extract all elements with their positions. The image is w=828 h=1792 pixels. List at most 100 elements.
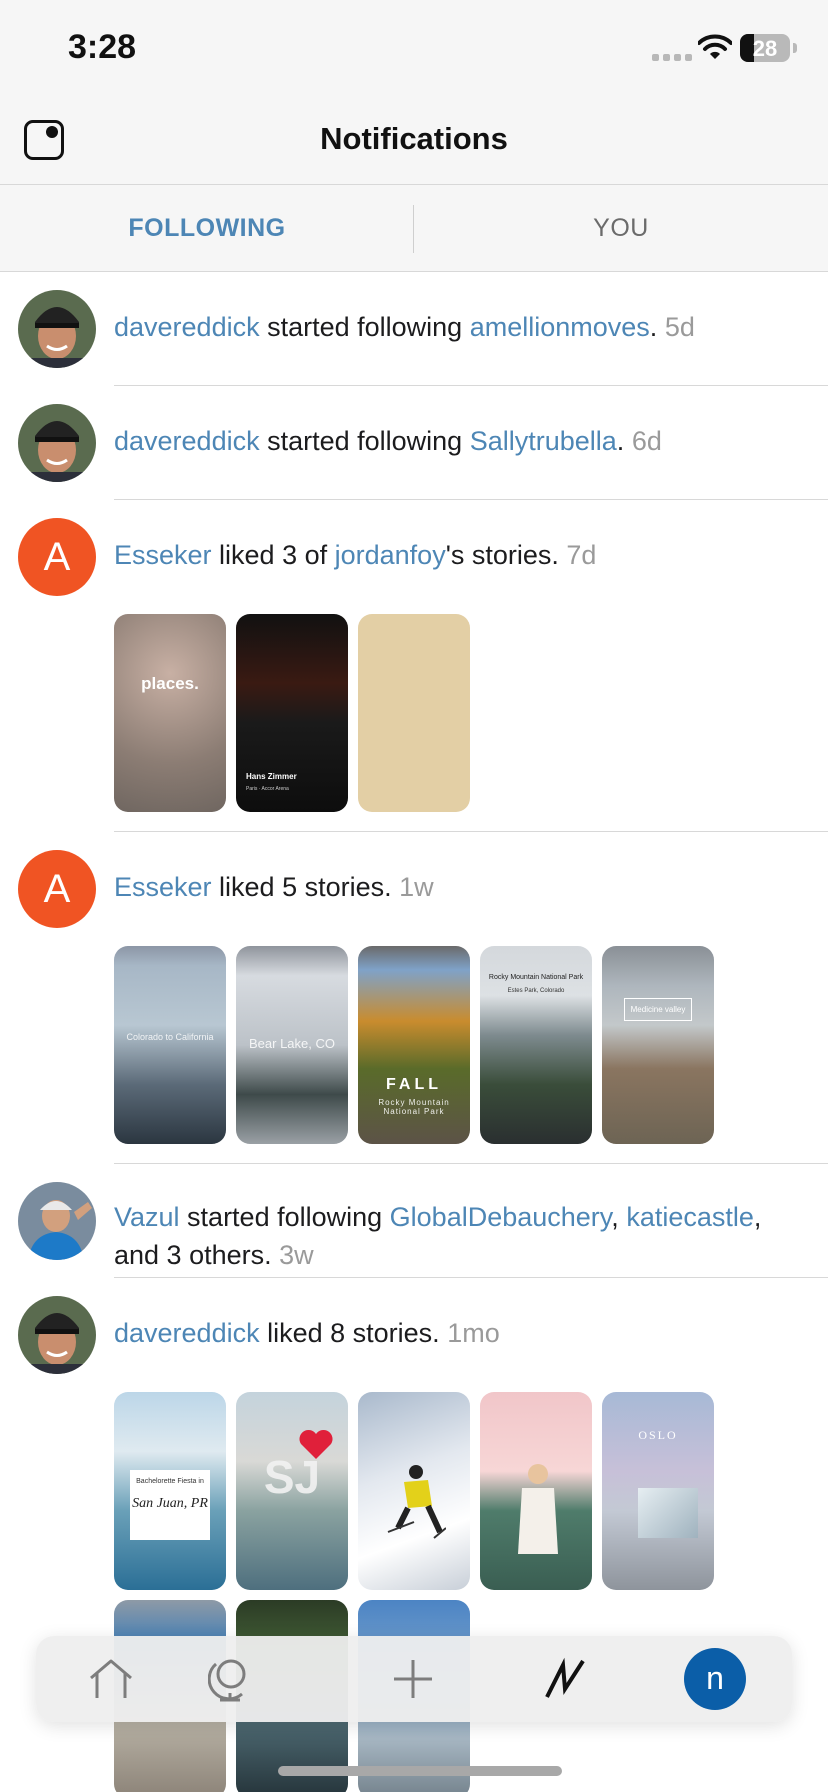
story-thumbnail[interactable]: Hans Zimmer Paris · Accor Arena — [236, 614, 348, 812]
notification-item[interactable]: A Esseker liked 5 stories. 1w Colorado t… — [0, 832, 828, 1164]
notification-separator: , — [611, 1202, 619, 1232]
notification-text: davereddick started following amellionmo… — [114, 308, 788, 346]
tab-following[interactable]: FOLLOWING — [0, 185, 414, 271]
notification-text: Esseker liked 5 stories. 1w — [114, 868, 788, 906]
avatar[interactable]: A — [18, 850, 96, 928]
notification-item[interactable]: davereddick started following Sallytrube… — [0, 386, 828, 500]
target-username-link[interactable]: katiecastle — [626, 1202, 754, 1232]
story-title: Bear Lake, CO — [249, 1036, 335, 1051]
story-title: FALL — [386, 1076, 442, 1093]
story-subtitle: San Juan, PR — [132, 1496, 208, 1511]
story-thumbnail[interactable]: SJ — [236, 1392, 348, 1590]
target-username-link[interactable]: GlobalDebauchery — [390, 1202, 612, 1232]
notification-item[interactable]: Vazul started following GlobalDebauchery… — [0, 1164, 828, 1278]
story-thumbnails: Bachelorette Fiesta in San Juan, PR SJ O… — [114, 1392, 714, 1590]
heart-icon — [299, 1429, 333, 1459]
avatar[interactable] — [18, 404, 96, 482]
notification-suffix: 's stories. — [445, 540, 559, 570]
home-icon — [90, 1659, 132, 1698]
tab-explore[interactable] — [187, 1636, 273, 1722]
story-title: Hans Zimmer — [246, 772, 297, 781]
notification-action: started following — [259, 312, 470, 342]
avatar[interactable]: A — [18, 518, 96, 596]
username-link[interactable]: Vazul — [114, 1202, 180, 1232]
story-title: Colorado to California — [126, 1032, 214, 1042]
story-thumbnail[interactable] — [358, 614, 470, 812]
notification-action: started following — [259, 426, 470, 456]
notification-item[interactable]: A Esseker liked 3 of jordanfoy's stories… — [0, 500, 828, 832]
story-title: Medicine valley — [624, 998, 692, 1021]
username-link[interactable]: davereddick — [114, 1318, 260, 1348]
notification-suffix: . — [616, 426, 625, 456]
notification-text: davereddick started following Sallytrube… — [114, 422, 788, 460]
cellular-signal-icon — [652, 54, 692, 61]
timestamp: 1mo — [447, 1318, 500, 1348]
username-link[interactable]: Esseker — [114, 540, 212, 570]
story-subtitle: Paris · Accor Arena — [246, 786, 289, 792]
notification-tabs: FOLLOWING YOU — [0, 185, 828, 272]
wifi-icon — [698, 34, 732, 59]
story-thumbnails: places. Hans Zimmer Paris · Accor Arena — [114, 614, 470, 812]
username-link[interactable]: davereddick — [114, 312, 260, 342]
notification-action: liked 3 of — [211, 540, 335, 570]
tab-home[interactable] — [68, 1636, 154, 1722]
story-thumbnail[interactable]: Bear Lake, CO — [236, 946, 348, 1144]
plus-icon — [394, 1660, 432, 1698]
battery-tip — [793, 43, 797, 53]
story-title: Rocky Mountain National Park — [488, 974, 584, 981]
story-thumbnail[interactable]: FALL Rocky Mountain National Park — [358, 946, 470, 1144]
notification-action: started following — [179, 1202, 390, 1232]
target-username-link[interactable]: amellionmoves — [470, 312, 650, 342]
story-title: OSLO — [638, 1428, 678, 1442]
story-thumbnail[interactable]: places. — [114, 614, 226, 812]
story-subtitle: Rocky Mountain National Park — [378, 1098, 450, 1116]
story-subtitle: Estes Park, Colorado — [507, 988, 565, 994]
timestamp: 5d — [664, 312, 695, 342]
tab-create[interactable] — [370, 1636, 456, 1722]
tab-profile[interactable]: n — [672, 1636, 758, 1722]
username-link[interactable]: Esseker — [114, 872, 212, 902]
home-indicator — [278, 1766, 562, 1776]
target-username-link[interactable]: Sallytrubella — [470, 426, 617, 456]
building-shape — [638, 1488, 698, 1538]
avatar[interactable] — [18, 1296, 96, 1374]
timestamp: 3w — [279, 1240, 314, 1270]
target-username-link[interactable]: jordanfoy — [335, 540, 446, 570]
story-title: Bachelorette Fiesta in — [136, 1478, 204, 1485]
nav-bar: Notifications — [0, 100, 828, 185]
notification-item[interactable]: davereddick started following amellionmo… — [0, 272, 828, 386]
status-bar: 3:28 28 — [0, 0, 828, 100]
notification-text: Esseker liked 3 of jordanfoy's stories. … — [114, 536, 788, 574]
page-title: Notifications — [320, 121, 508, 156]
timestamp: 7d — [566, 540, 597, 570]
story-thumbnail[interactable]: Colorado to California — [114, 946, 226, 1144]
avatar[interactable] — [18, 290, 96, 368]
status-time: 3:28 — [68, 28, 137, 66]
person-figure — [518, 1464, 558, 1554]
battery-icon: 28 — [740, 34, 790, 62]
username-link[interactable]: davereddick — [114, 426, 260, 456]
profile-avatar: n — [684, 1648, 746, 1710]
notification-feed: davereddick started following amellionmo… — [0, 272, 828, 1792]
story-thumbnail[interactable]: Rocky Mountain National Park Estes Park,… — [480, 946, 592, 1144]
globe-icon — [208, 1659, 246, 1702]
tab-you[interactable]: YOU — [414, 185, 828, 271]
story-thumbnail[interactable]: OSLO — [602, 1392, 714, 1590]
activity-icon — [545, 1657, 585, 1698]
timestamp: 6d — [631, 426, 662, 456]
story-thumbnail[interactable] — [358, 1392, 470, 1590]
avatar[interactable] — [18, 1182, 96, 1260]
story-thumbnail[interactable]: Bachelorette Fiesta in San Juan, PR — [114, 1392, 226, 1590]
battery-level: 28 — [752, 36, 778, 61]
skier-figure — [387, 1465, 446, 1539]
bottom-tab-bar: n — [36, 1636, 792, 1722]
notification-suffix: . — [649, 312, 658, 342]
notification-text: davereddick liked 8 stories. 1mo — [114, 1314, 788, 1352]
notification-action: liked 5 stories. — [211, 872, 392, 902]
notification-text: Vazul started following GlobalDebauchery… — [114, 1198, 788, 1274]
timestamp: 1w — [399, 872, 434, 902]
story-thumbnail[interactable]: Medicine valley — [602, 946, 714, 1144]
story-thumbnails: Colorado to California Bear Lake, CO FAL… — [114, 946, 714, 1144]
story-thumbnail[interactable] — [480, 1392, 592, 1590]
tab-activity[interactable] — [522, 1636, 608, 1722]
